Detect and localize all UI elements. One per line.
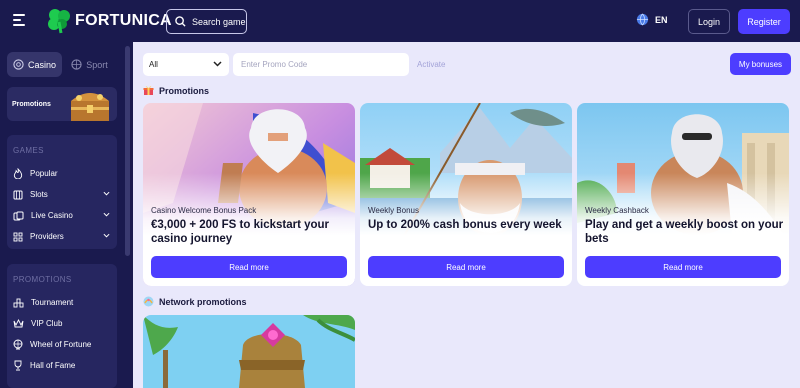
category-select-value: All (149, 60, 158, 69)
crown-icon (13, 319, 24, 328)
globe-icon (636, 13, 649, 26)
search-game-button[interactable]: Search game (166, 9, 247, 34)
casino-tab-label: Casino (27, 59, 56, 70)
sidebar-scrollbar[interactable] (124, 42, 131, 388)
sidebar-item-live-casino[interactable]: Live Casino (7, 205, 117, 226)
sidebar-promotions-card[interactable]: Promotions (7, 87, 117, 121)
sidebar-item-label: Live Casino (31, 211, 73, 220)
read-more-button[interactable]: Read more (368, 256, 564, 278)
sidebar-item-label: Tournament (31, 298, 74, 307)
my-bonuses-button[interactable]: My bonuses (730, 53, 791, 75)
network-icon (143, 296, 154, 307)
promo-card-welcome[interactable]: Casino Welcome Bonus Pack €3,000 + 200 F… (143, 103, 355, 286)
sidebar-item-label: Popular (30, 169, 58, 178)
games-section: GAMES Popular Slots Live Casino Provider… (7, 135, 117, 249)
sidebar-item-hall-of-fame[interactable]: Hall of Fame (7, 355, 117, 376)
wheel-icon (13, 339, 23, 350)
promotions-title-text: Promotions (159, 85, 210, 96)
chevron-down-icon (213, 61, 222, 67)
sidebar-item-popular[interactable]: Popular (7, 163, 117, 184)
brand-logo[interactable]: FORTUNICA (47, 8, 172, 34)
search-icon (175, 16, 186, 27)
read-more-button[interactable]: Read more (151, 256, 347, 278)
casino-tab[interactable]: Casino (7, 52, 62, 77)
sidebar-item-label: Hall of Fame (30, 361, 76, 370)
sidebar-promotions-label: Promotions (12, 101, 51, 108)
top-bar: FORTUNICA Search game EN Login Register (0, 0, 800, 42)
scrollbar-thumb[interactable] (125, 46, 130, 256)
category-select[interactable]: All (143, 53, 229, 76)
tiki-island-illustration (143, 315, 355, 388)
product-switch: Casino Sport (7, 52, 117, 77)
sidebar-item-slots[interactable]: Slots (7, 184, 117, 205)
login-button[interactable]: Login (688, 9, 730, 34)
sidebar-item-wheel-of-fortune[interactable]: Wheel of Fortune (7, 334, 117, 355)
games-heading: GAMES (13, 146, 44, 155)
network-section-title: Network promotions (143, 296, 247, 307)
sport-tab[interactable]: Sport (62, 52, 117, 77)
search-game-label: Search game (192, 16, 246, 27)
sidebar-item-vip-club[interactable]: VIP Club (7, 313, 117, 334)
promo-card-weekly-bonus[interactable]: Weekly Bonus Up to 200% cash bonus every… (360, 103, 572, 286)
sidebar-item-label: Wheel of Fortune (30, 340, 92, 349)
treasure-chest-icon (71, 93, 109, 121)
gift-icon (143, 86, 154, 95)
slots-icon (13, 190, 23, 199)
sidebar-item-label: Providers (30, 232, 64, 241)
sidebar-item-tournament[interactable]: Tournament (7, 292, 117, 313)
menu-icon[interactable] (13, 14, 27, 27)
promo-code-input[interactable] (233, 53, 409, 76)
brand-name: FORTUNICA (75, 12, 172, 29)
language-code: EN (655, 14, 668, 25)
card-headline: Up to 200% cash bonus every week (368, 219, 562, 231)
register-button[interactable]: Register (738, 9, 790, 34)
promo-card-weekly-cashback[interactable]: Weekly Cashback Play and get a weekly bo… (577, 103, 789, 286)
live-casino-icon (13, 211, 24, 220)
read-more-button[interactable]: Read more (585, 256, 781, 278)
sidebar-item-label: Slots (30, 190, 48, 199)
sidebar: Casino Sport Promotions GAMES Popular Sl… (0, 42, 133, 388)
promotions-section: PROMOTIONS Tournament VIP Club Wheel of … (7, 264, 117, 388)
network-title-text: Network promotions (159, 296, 247, 307)
card-headline: €3,000 + 200 FS to kickstart your casino… (151, 219, 330, 245)
flame-icon (13, 168, 23, 179)
language-selector[interactable]: EN (636, 13, 668, 26)
grid-icon (13, 232, 23, 241)
sidebar-item-label: VIP Club (31, 319, 63, 328)
network-promo-card[interactable] (143, 315, 355, 388)
promotions-section-title: Promotions (143, 85, 209, 96)
chevron-down-icon (103, 233, 110, 238)
card-kicker: Weekly Bonus (368, 206, 419, 215)
card-kicker: Weekly Cashback (585, 206, 649, 215)
card-headline: Play and get a weekly boost on your bets (585, 219, 784, 245)
ball-icon (71, 59, 82, 70)
card-kicker: Casino Welcome Bonus Pack (151, 206, 257, 215)
trophy-icon (14, 360, 22, 371)
tournament-icon (13, 298, 24, 307)
casino-chip-icon (13, 59, 24, 70)
clover-logo-icon (48, 9, 70, 34)
activate-button[interactable]: Activate (417, 53, 445, 76)
chevron-down-icon (103, 191, 110, 196)
promotions-heading: PROMOTIONS (13, 275, 72, 284)
chevron-down-icon (103, 212, 110, 217)
sidebar-item-providers[interactable]: Providers (7, 226, 117, 247)
sport-tab-label: Sport (86, 59, 108, 70)
